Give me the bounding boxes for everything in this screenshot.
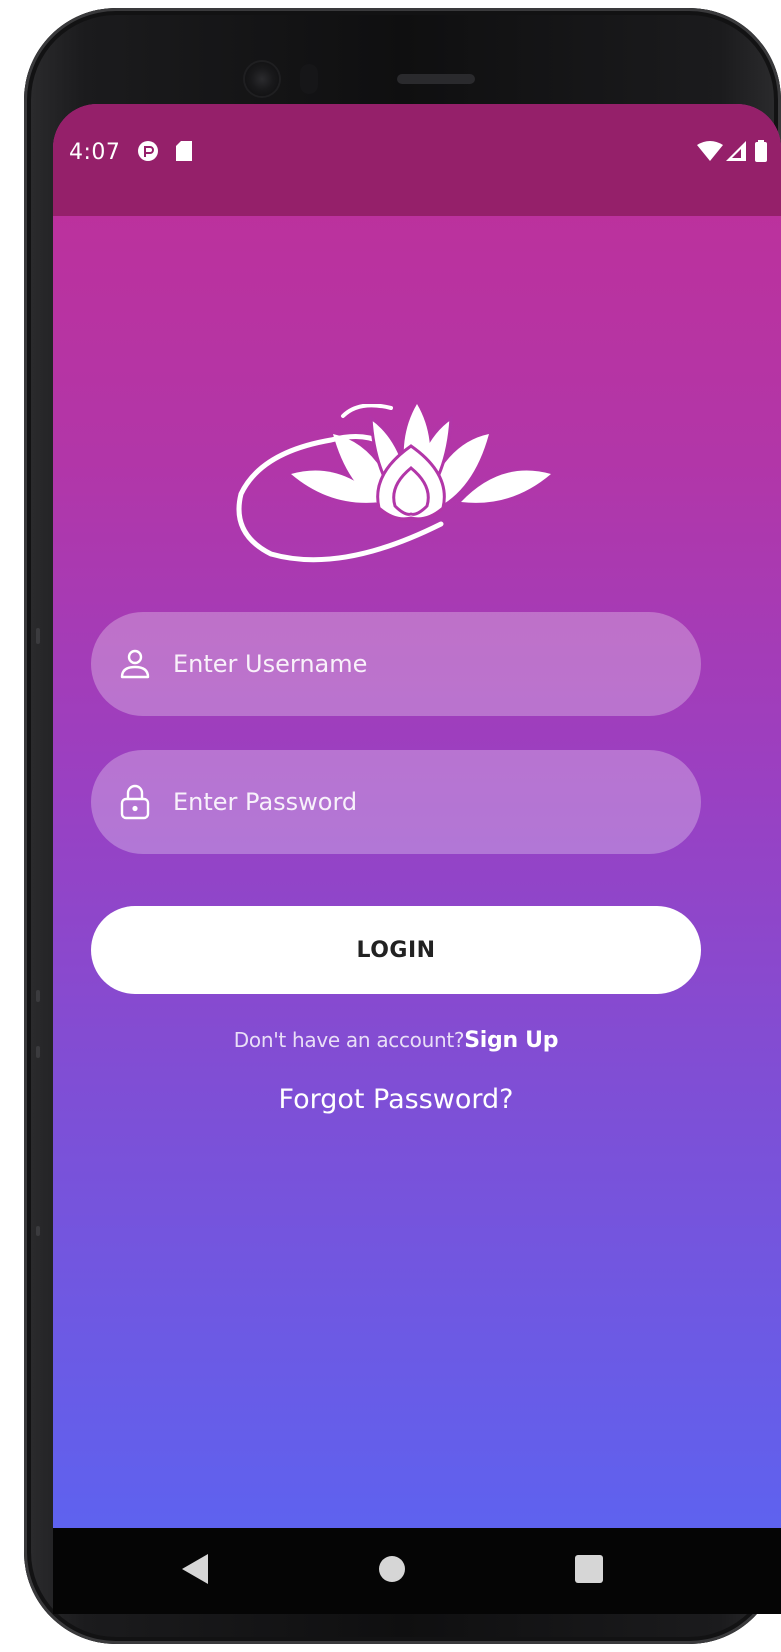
username-field[interactable] xyxy=(91,612,701,716)
sd-card-icon xyxy=(175,140,193,162)
sign-up-link[interactable]: Sign Up xyxy=(464,1028,558,1053)
forgot-password-link[interactable]: Forgot Password? xyxy=(53,1084,739,1115)
proximity-sensor xyxy=(300,64,318,94)
phone-side-button xyxy=(36,1046,40,1058)
wifi-icon xyxy=(697,140,723,162)
lotus-logo xyxy=(231,403,561,578)
no-account-text: Don't have an account? xyxy=(233,1028,465,1052)
nav-home-button[interactable] xyxy=(347,1528,437,1614)
app-screen: 4:07 Enter Username LOGIN Don't have an … xyxy=(53,104,781,1528)
sync-icon xyxy=(137,140,159,162)
battery-icon xyxy=(753,140,769,162)
earpiece-speaker xyxy=(397,74,475,84)
home-circle-icon xyxy=(378,1555,406,1587)
password-input[interactable] xyxy=(173,788,673,816)
username-input[interactable] xyxy=(173,650,673,678)
status-time: 4:07 xyxy=(69,140,121,165)
navigation-bar xyxy=(53,1528,781,1614)
login-button[interactable]: LOGIN xyxy=(91,906,701,994)
front-camera xyxy=(245,62,279,96)
nav-recents-button[interactable] xyxy=(544,1528,634,1614)
password-field[interactable] xyxy=(91,750,701,854)
back-triangle-icon xyxy=(182,1554,208,1588)
nav-back-button[interactable] xyxy=(150,1528,240,1614)
recents-square-icon xyxy=(575,1555,603,1587)
phone-side-button xyxy=(36,990,40,1002)
signup-prompt: Don't have an account?Sign Up xyxy=(53,1028,739,1053)
lock-icon xyxy=(117,784,153,820)
cell-signal-icon xyxy=(725,140,747,162)
status-bar: 4:07 xyxy=(53,104,781,216)
phone-side-button xyxy=(36,628,40,644)
phone-side-button xyxy=(36,1226,40,1236)
user-icon xyxy=(117,646,153,682)
